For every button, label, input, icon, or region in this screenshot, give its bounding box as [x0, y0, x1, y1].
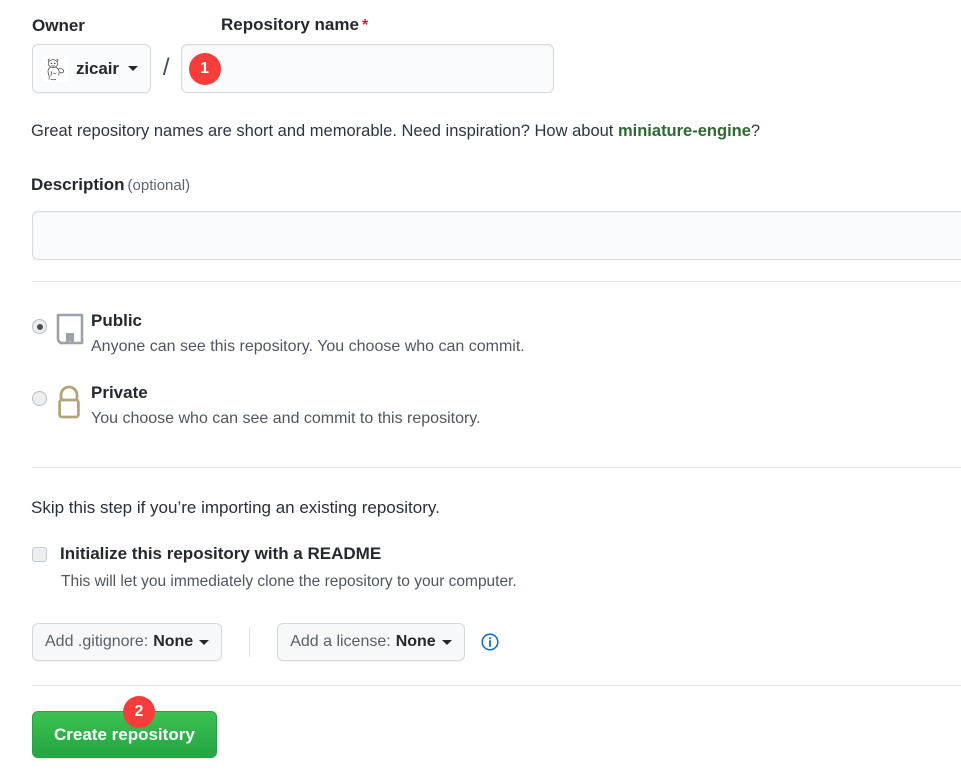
chevron-down-icon: [199, 639, 210, 645]
readme-checkbox[interactable]: [32, 547, 47, 562]
owner-selector-button[interactable]: zicair: [32, 44, 151, 93]
radio-private[interactable]: [32, 391, 47, 406]
required-asterisk: *: [361, 17, 369, 34]
divider-after-visibility: [32, 467, 961, 468]
initialize-readme-row: Initialize this repository with a README…: [32, 544, 517, 592]
readme-texts: Initialize this repository with a README…: [60, 544, 517, 592]
suggested-name-link[interactable]: miniature-engine: [618, 122, 751, 140]
repository-name-hint: Great repository names are short and mem…: [31, 120, 760, 142]
visibility-private-title: Private: [91, 383, 148, 402]
gitignore-prefix-text: Add .gitignore:: [45, 633, 149, 650]
lock-icon: [47, 385, 91, 421]
field-labels: Owner Repository name *: [32, 10, 961, 36]
repository-name-input[interactable]: [180, 44, 554, 93]
repository-name-field-wrapper: 1: [180, 44, 554, 93]
repository-name-label-text: Repository name: [221, 15, 359, 34]
gitignore-select-button[interactable]: Add .gitignore: None: [32, 623, 223, 661]
readme-sublabel: This will let you immediately clone the …: [61, 573, 517, 590]
visibility-private-text: Private You choose who can see and commi…: [91, 382, 732, 430]
repository-name-row: Owner Repository name * zicair / 1: [32, 10, 961, 93]
chevron-down-icon: [441, 639, 452, 645]
owner-name-text: zicair: [76, 58, 119, 78]
description-label: Description (optional): [31, 175, 190, 195]
radio-public[interactable]: [32, 319, 47, 334]
hint-suffix-text: ?: [750, 122, 761, 140]
gitignore-value-text: None: [153, 633, 194, 650]
license-select-button[interactable]: Add a license: None: [277, 623, 465, 661]
license-prefix-text: Add a license:: [290, 633, 391, 650]
create-repository-form: Owner Repository name * zicair / 1 Great…: [0, 0, 961, 772]
description-label-text: Description: [31, 175, 125, 194]
info-circle-icon[interactable]: [481, 633, 499, 651]
owner-avatar-icon: [42, 55, 68, 82]
readme-label: Initialize this repository with a README: [60, 544, 382, 563]
divider-before-submit: [32, 685, 961, 686]
repo-book-icon: [47, 313, 91, 349]
repository-name-label: Repository name *: [221, 15, 368, 36]
chevron-down-icon: [127, 66, 138, 71]
visibility-public-text: Public Anyone can see this repository. Y…: [91, 310, 732, 358]
description-optional-text: (optional): [127, 177, 191, 194]
divider-after-description: [32, 281, 961, 282]
owner-repo-separator: /: [162, 53, 170, 81]
step-badge-2: 2: [123, 696, 155, 728]
visibility-option-private[interactable]: Private You choose who can see and commi…: [32, 382, 732, 430]
visibility-options: Public Anyone can see this repository. Y…: [32, 310, 732, 454]
visibility-option-public[interactable]: Public Anyone can see this repository. Y…: [32, 310, 732, 358]
step-badge-1: 1: [188, 53, 221, 85]
submit-area: Create repository 2: [32, 696, 217, 758]
description-input[interactable]: [32, 211, 961, 260]
license-value-text: None: [395, 633, 436, 650]
template-options-row: Add .gitignore: None Add a license: None: [32, 623, 499, 661]
visibility-public-title: Public: [91, 311, 143, 330]
owner-label: Owner: [32, 16, 85, 35]
options-divider: [249, 627, 251, 657]
visibility-public-description: Anyone can see this repository. You choo…: [91, 338, 525, 355]
hint-prefix-text: Great repository names are short and mem…: [31, 122, 618, 140]
field-inputs: zicair / 1: [32, 44, 961, 93]
skip-step-note: Skip this step if you’re importing an ex…: [31, 498, 440, 517]
visibility-private-description: You choose who can see and commit to thi…: [91, 410, 481, 427]
